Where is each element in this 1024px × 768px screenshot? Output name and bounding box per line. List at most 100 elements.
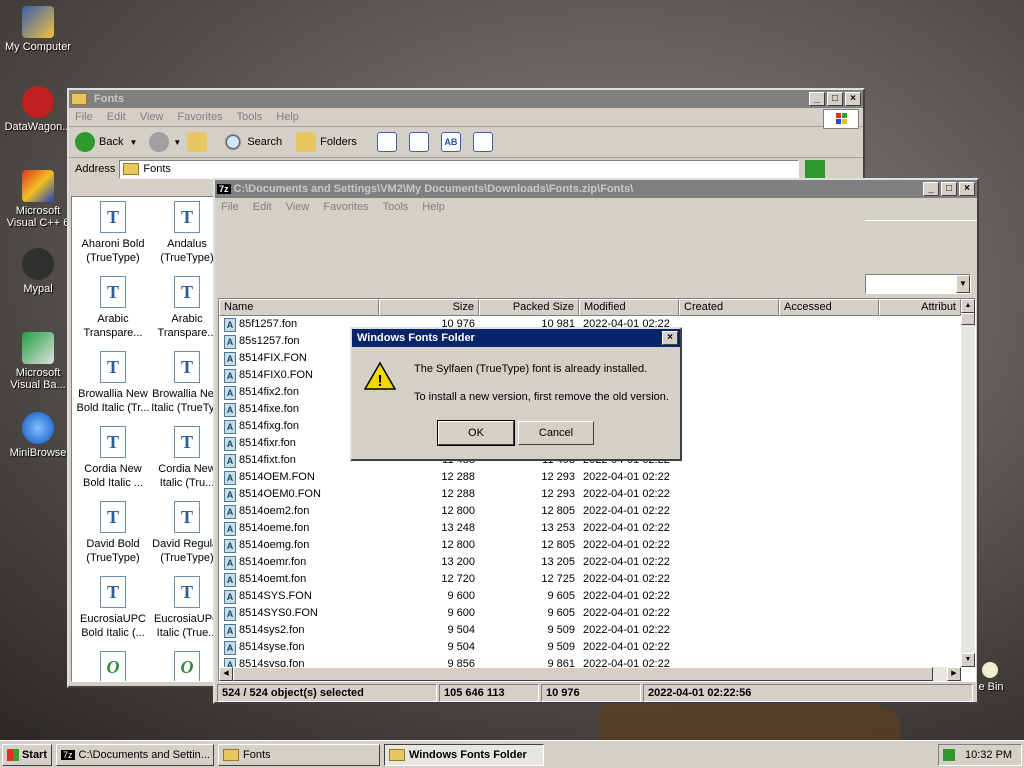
- desktop-icon-mypal[interactable]: Mypal: [0, 248, 76, 295]
- similarity-view-icon[interactable]: AB: [440, 132, 461, 152]
- table-row[interactable]: A 8514sysg.fon 9 856 9 861 2022-04-01 02:22: [219, 656, 959, 667]
- horizontal-scrollbar[interactable]: ◀ ▶: [219, 667, 961, 681]
- desktop-icon-visual-basic[interactable]: Microsoft Visual Ba...: [0, 332, 76, 391]
- folder-icon: [71, 93, 87, 105]
- menu-edit[interactable]: Edit: [253, 201, 272, 213]
- go-button[interactable]: [805, 160, 826, 178]
- column-packed-size[interactable]: Packed Size: [479, 299, 579, 316]
- scroll-thumb[interactable]: [961, 313, 975, 325]
- opentype-font-icon: O: [100, 651, 126, 681]
- font-item[interactable]: T EucrosiaUPC Bold Italic (...: [76, 576, 150, 640]
- table-row[interactable]: A 8514SYS0.FON 9 600 9 605 2022-04-01 02:22: [219, 605, 959, 622]
- status-total-size: 105 646 113: [439, 684, 539, 702]
- vertical-scrollbar[interactable]: ▲ ▼: [961, 299, 975, 667]
- task-7zip[interactable]: 7z C:\Documents and Settin...: [56, 744, 214, 766]
- table-row[interactable]: A 8514oemg.fon 12 800 12 805 2022-04-01 02:2…: [219, 537, 959, 554]
- dialog-message: The Sylfaen (TrueType) font is already i…: [414, 363, 648, 375]
- menu-help[interactable]: Help: [422, 201, 445, 213]
- address-input[interactable]: Fonts: [119, 159, 800, 179]
- clock[interactable]: 10:32 PM: [965, 749, 1012, 761]
- scroll-up-button[interactable]: ▲: [961, 299, 975, 313]
- scroll-right-button[interactable]: ▶: [947, 667, 961, 681]
- column-accessed[interactable]: Accessed: [779, 299, 879, 316]
- menu-file[interactable]: File: [75, 111, 93, 123]
- desktop-icon-my-computer[interactable]: My Computer: [0, 6, 76, 53]
- task-fonts[interactable]: Fonts: [218, 744, 380, 766]
- close-button[interactable]: ×: [662, 331, 678, 345]
- column-created[interactable]: Created: [679, 299, 779, 316]
- up-folder-button[interactable]: [187, 132, 211, 152]
- large-icons-view-icon[interactable]: [376, 132, 397, 152]
- zip-window-titlebar[interactable]: 7z C:\Documents and Settings\VM2\My Docu…: [215, 180, 977, 198]
- 7zip-icon: 7z: [217, 184, 231, 194]
- table-row[interactable]: A 8514oemr.fon 13 200 13 205 2022-04-01 02:2…: [219, 554, 959, 571]
- maximize-button[interactable]: □: [827, 92, 843, 106]
- font-item[interactable]: T Browallia New Bold Italic (Tr...: [76, 351, 150, 415]
- forward-button[interactable]: ▼: [149, 132, 181, 152]
- column-modified[interactable]: Modified: [579, 299, 679, 316]
- details-view-icon[interactable]: [472, 132, 493, 152]
- table-row[interactable]: A 8514oem2.fon 12 800 12 805 2022-04-01 02:2…: [219, 503, 959, 520]
- menu-help[interactable]: Help: [276, 111, 299, 123]
- network-icon[interactable]: [943, 749, 955, 761]
- cell-modified: 2022-04-01 02:22: [583, 471, 670, 483]
- path-combobox[interactable]: ▼: [865, 274, 971, 294]
- font-item[interactable]: T Aharoni Bold (TrueType): [76, 201, 150, 265]
- cell-size: 12 720: [441, 573, 475, 585]
- list-view-icon[interactable]: [408, 132, 429, 152]
- chevron-down-icon[interactable]: ▼: [173, 138, 181, 147]
- minimize-button[interactable]: _: [923, 182, 939, 196]
- font-item[interactable]: T David Bold (TrueType): [76, 501, 150, 565]
- desktop-icon-visual-cpp[interactable]: Microsoft Visual C++ 6: [0, 170, 76, 229]
- menu-favorites[interactable]: Favorites: [323, 201, 368, 213]
- fonts-folder-dialog[interactable]: Windows Fonts Folder × ! The Sylfaen (Tr…: [350, 327, 682, 461]
- start-button[interactable]: Start: [2, 744, 52, 766]
- table-row[interactable]: A 8514OEM0.FON 12 288 12 293 2022-04-01 02:2…: [219, 486, 959, 503]
- font-item[interactable]: T Cordia New Bold Italic ...: [76, 426, 150, 490]
- task-windows-fonts-folder[interactable]: Windows Fonts Folder: [384, 744, 544, 766]
- dialog-titlebar[interactable]: Windows Fonts Folder ×: [352, 329, 680, 347]
- close-button[interactable]: ×: [959, 182, 975, 196]
- folders-button[interactable]: Folders: [296, 132, 357, 152]
- column-attributes[interactable]: Attribut: [879, 299, 961, 316]
- computer-icon: [22, 6, 54, 38]
- table-row[interactable]: A 8514oemt.fon 12 720 12 725 2022-04-01 02:2…: [219, 571, 959, 588]
- table-row[interactable]: A 8514oeme.fon 13 248 13 253 2022-04-01 02:2…: [219, 520, 959, 537]
- chevron-down-icon[interactable]: ▼: [956, 275, 970, 293]
- back-button[interactable]: Back ▼: [75, 132, 137, 152]
- menu-view[interactable]: View: [140, 111, 164, 123]
- table-row[interactable]: A 8514SYS.FON 9 600 9 605 2022-04-01 02:22: [219, 588, 959, 605]
- cancel-button[interactable]: Cancel: [518, 421, 594, 445]
- scroll-left-button[interactable]: ◀: [219, 667, 233, 681]
- mypal-icon: [22, 248, 54, 280]
- cell-packed: 13 253: [541, 522, 575, 534]
- menu-view[interactable]: View: [286, 201, 310, 213]
- font-item[interactable]: O: [76, 651, 150, 681]
- font-item[interactable]: T Arabic Transpare...: [76, 276, 150, 340]
- fonts-window-titlebar[interactable]: Fonts _ □ ×: [69, 90, 863, 108]
- column-name[interactable]: Name: [219, 299, 379, 316]
- column-size[interactable]: Size: [379, 299, 479, 316]
- maximize-button[interactable]: □: [941, 182, 957, 196]
- table-row[interactable]: A 8514sys2.fon 9 504 9 509 2022-04-01 02:22: [219, 622, 959, 639]
- desktop-icon-datawagon[interactable]: DataWagon...: [0, 86, 76, 133]
- cell-name: 8514oemg.fon: [239, 539, 310, 551]
- menu-tools[interactable]: Tools: [383, 201, 409, 213]
- menu-edit[interactable]: Edit: [107, 111, 126, 123]
- menu-file[interactable]: File: [221, 201, 239, 213]
- visual-basic-icon: [22, 332, 54, 364]
- svg-text:!: !: [377, 373, 382, 390]
- scroll-thumb[interactable]: [233, 667, 933, 681]
- chevron-down-icon[interactable]: ▼: [129, 138, 137, 147]
- scroll-down-button[interactable]: ▼: [961, 653, 975, 667]
- menu-tools[interactable]: Tools: [237, 111, 263, 123]
- close-button[interactable]: ×: [845, 92, 861, 106]
- search-button[interactable]: Search: [223, 132, 282, 152]
- ok-button[interactable]: OK: [437, 420, 515, 446]
- menu-favorites[interactable]: Favorites: [177, 111, 222, 123]
- cell-name: 8514sysg.fon: [239, 658, 305, 667]
- table-row[interactable]: A 8514OEM.FON 12 288 12 293 2022-04-01 02:22: [219, 469, 959, 486]
- table-row[interactable]: A 8514syse.fon 9 504 9 509 2022-04-01 02:22: [219, 639, 959, 656]
- desktop-icon-minibrowse[interactable]: MiniBrowse: [0, 412, 76, 459]
- minimize-button[interactable]: _: [809, 92, 825, 106]
